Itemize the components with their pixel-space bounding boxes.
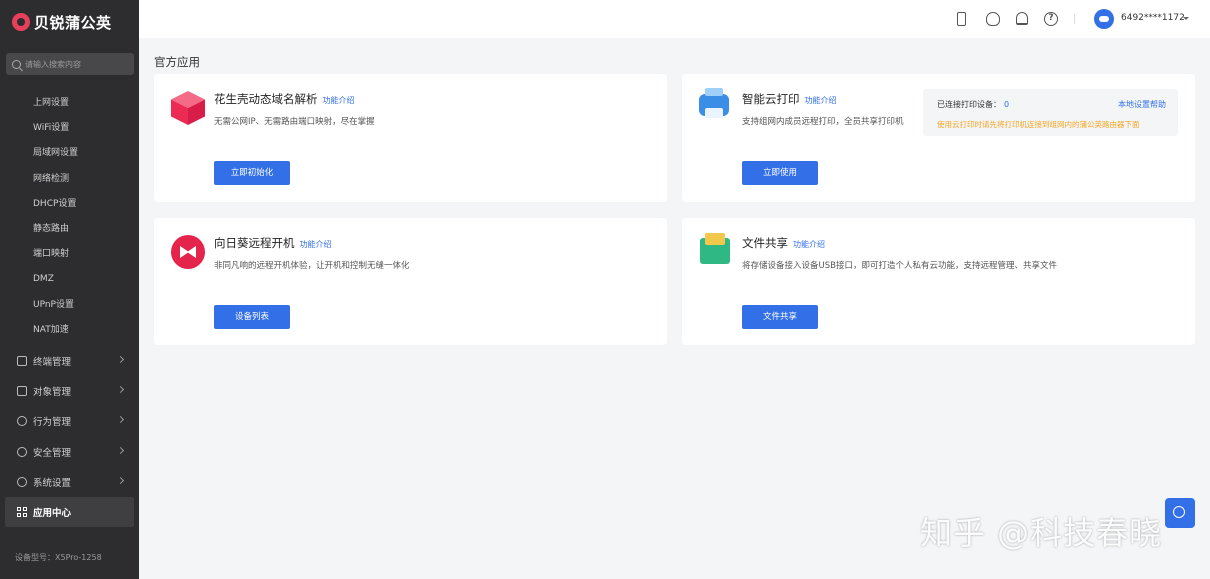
folder-icon [700, 233, 730, 264]
sidebar-subitem-dmz[interactable]: DMZ [0, 267, 139, 292]
chevron-right-icon [116, 476, 125, 484]
print-device-count: 0 [1004, 100, 1010, 109]
sidebar-subitem-wifi[interactable]: WiFi设置 [0, 116, 139, 141]
local-settings-help-link[interactable]: 本地设置帮助 [1118, 99, 1166, 110]
file-share-button[interactable]: 文件共享 [742, 305, 818, 329]
sidebar-item-label: 对象管理 [33, 387, 72, 399]
app-card-oray-ddns: 花生壳动态域名解析 功能介绍 无需公网IP、无需路由端口映射，尽在掌握 立即初始化 [154, 74, 667, 202]
feature-intro-link[interactable]: 功能介绍 [323, 96, 355, 105]
bell-icon[interactable] [1016, 12, 1028, 25]
help-icon[interactable]: ? [1044, 12, 1058, 26]
initialize-button[interactable]: 立即初始化 [214, 161, 290, 185]
sidebar-item-object[interactable]: 对象管理 [0, 376, 139, 406]
app-title-text: 文件共享 [742, 236, 788, 250]
watermark: 知乎 @科技春晓 [920, 514, 1163, 552]
device-model: 设备型号：X5Pro-1258 [15, 553, 102, 562]
chevron-right-icon [116, 386, 125, 394]
header-divider [1074, 14, 1075, 24]
sidebar-subitem-port-mapping[interactable]: 端口映射 [0, 242, 139, 267]
top-header: ? 6492****1172 [139, 0, 1210, 38]
search-input[interactable] [25, 59, 125, 69]
search-box[interactable] [6, 53, 134, 75]
sidebar-item-label: 应用中心 [33, 508, 72, 520]
feature-intro-link[interactable]: 功能介绍 [793, 240, 825, 249]
sidebar-subitem-nat[interactable]: NAT加速 [0, 318, 139, 343]
sidebar-subitem-upnp[interactable]: UPnP设置 [0, 293, 139, 318]
sidebar-subitem-network-check[interactable]: 网络检测 [0, 167, 139, 192]
username[interactable]: 6492****1172 [1121, 13, 1185, 23]
app-title-text: 向日葵远程开机 [214, 236, 295, 250]
chevron-right-icon [116, 355, 125, 364]
use-now-button[interactable]: 立即使用 [742, 161, 818, 185]
sidebar: 贝锐蒲公英 上网设置 WiFi设置 局域网设置 网络检测 DHCP设置 静态路由… [0, 0, 139, 579]
app-description: 将存储设备接入设备USB接口，即可打造个人私有云功能，支持远程管理、共享文件 [742, 261, 1057, 271]
app-title: 智能云打印 功能介绍 [742, 91, 837, 107]
section-title: 官方应用 [154, 55, 200, 69]
logo-icon [12, 13, 30, 31]
app-title-text: 智能云打印 [742, 92, 800, 106]
app-title: 向日葵远程开机 功能介绍 [214, 235, 332, 251]
app-description: 支持组网内成员远程打印，全员共享打印机 [742, 117, 904, 127]
chevron-right-icon [116, 416, 125, 424]
main-nav: 终端管理 对象管理 行为管理 安全管理 系统设置 应用中心 [0, 346, 139, 528]
feature-intro-link[interactable]: 功能介绍 [300, 240, 332, 249]
app-card-sunlogin-wake: 向日葵远程开机 功能介绍 非同凡响的远程开机体验，让开机和控制无缝一体化 设备列表 [154, 218, 667, 345]
print-warning: 使用云打印时请先将打印机连接到组网内的蒲公英路由器下面 [937, 120, 1140, 129]
app-title: 文件共享 功能介绍 [742, 235, 825, 251]
chevron-down-icon[interactable] [1183, 17, 1189, 20]
sunflower-icon [171, 235, 205, 269]
cube-icon [171, 91, 205, 125]
sidebar-item-label: 系统设置 [33, 477, 72, 489]
avatar[interactable] [1094, 9, 1114, 29]
brand-name: 贝锐蒲公英 [34, 13, 112, 32]
terminal-icon [17, 356, 27, 367]
sidebar-item-label: 终端管理 [33, 357, 72, 369]
app-card-file-share: 文件共享 功能介绍 将存储设备接入设备USB接口，即可打造个人私有云功能，支持远程… [682, 218, 1195, 345]
device-list-button[interactable]: 设备列表 [214, 305, 290, 329]
app-title: 花生壳动态域名解析 功能介绍 [214, 91, 355, 107]
sidebar-subitem-dhcp[interactable]: DHCP设置 [0, 192, 139, 217]
printer-icon [699, 88, 729, 118]
sidebar-item-label: 安全管理 [33, 447, 72, 459]
object-icon [17, 386, 27, 397]
app-description: 无需公网IP、无需路由端口映射，尽在掌握 [214, 117, 375, 127]
sidebar-subitem-static-route[interactable]: 静态路由 [0, 217, 139, 242]
feature-intro-link[interactable]: 功能介绍 [805, 96, 837, 105]
robot-icon[interactable] [986, 12, 1000, 26]
gear-icon [17, 476, 27, 487]
sidebar-subitem-internet[interactable]: 上网设置 [0, 91, 139, 116]
float-help-button[interactable] [1165, 498, 1195, 528]
print-info-box: 已连接打印设备： 0 本地设置帮助 使用云打印时请先将打印机连接到组网内的蒲公英路… [923, 89, 1178, 136]
sidebar-subitem-lan[interactable]: 局域网设置 [0, 141, 139, 166]
sidebar-item-security[interactable]: 安全管理 [0, 437, 139, 467]
print-status: 已连接打印设备： 0 [937, 99, 1009, 110]
print-status-label: 已连接打印设备： [937, 100, 1001, 109]
phone-icon[interactable] [957, 12, 966, 26]
app-title-text: 花生壳动态域名解析 [214, 92, 318, 106]
behavior-icon [17, 416, 27, 427]
sidebar-item-terminal[interactable]: 终端管理 [0, 346, 139, 376]
search-icon [12, 59, 21, 69]
network-subnav: 上网设置 WiFi设置 局域网设置 网络检测 DHCP设置 静态路由 端口映射 … [0, 91, 139, 343]
brand-logo[interactable]: 贝锐蒲公英 [12, 10, 112, 34]
sidebar-item-label: 行为管理 [33, 417, 72, 429]
shield-icon [17, 446, 27, 457]
chevron-right-icon [116, 446, 125, 454]
sidebar-item-app-center[interactable]: 应用中心 [5, 496, 134, 528]
grid-icon [17, 507, 27, 518]
sidebar-item-system[interactable]: 系统设置 [0, 467, 139, 497]
app-card-cloud-print: 智能云打印 功能介绍 支持组网内成员远程打印，全员共享打印机 立即使用 已连接打印… [682, 74, 1195, 202]
sidebar-item-behavior[interactable]: 行为管理 [0, 406, 139, 436]
app-description: 非同凡响的远程开机体验，让开机和控制无缝一体化 [214, 261, 410, 271]
